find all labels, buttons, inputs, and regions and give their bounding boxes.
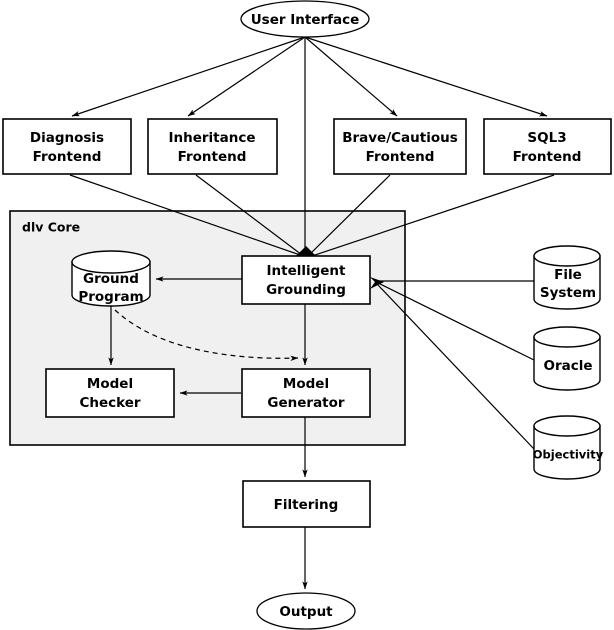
user-interface-node[interactable]: User Interface [240,0,370,38]
frontend-sql3-box[interactable] [483,118,612,175]
ground-program-label-line1: Ground [83,271,139,287]
oracle-cylinder-top[interactable] [533,326,601,348]
frontend-sql3-label-line2: Frontend [513,149,582,165]
frontend-diagnosis-label-line1: Diagnosis [30,130,104,146]
model-checker-node[interactable]: Model Checker [45,368,175,418]
diagram-canvas: dlv Core Diagnosis Frontend Inheritance … [2,0,612,630]
frontend-brave-cautious-label-line1: Brave/Cautious [342,130,458,146]
oracle-label: Oracle [543,358,592,374]
ground-program-label-line2: Program [78,289,143,305]
edges-ui-to-frontends [71,36,548,117]
file-system-label-line2: System [540,285,596,301]
output-label: Output [279,604,333,620]
frontend-brave-cautious-box[interactable] [333,118,467,175]
datasource-file-system[interactable]: File System [533,245,601,310]
user-interface-label: User Interface [251,12,360,28]
architecture-diagram: dlv Core Diagnosis Frontend Inheritance … [0,0,614,630]
frontend-diagnosis[interactable]: Diagnosis Frontend [2,118,132,175]
filtering-node[interactable]: Filtering [242,480,371,528]
frontend-brave-cautious[interactable]: Brave/Cautious Frontend [333,118,467,175]
frontend-inheritance-box[interactable] [147,118,278,175]
edge-ui-to-diagnosis [71,36,306,117]
objectivity-cylinder-top[interactable] [533,415,601,437]
ground-program-cylinder-top[interactable] [71,250,151,274]
model-generator-label-line1: Model [283,376,329,392]
frontend-diagnosis-box[interactable] [2,118,132,175]
frontend-diagnosis-label-line2: Frontend [33,149,102,165]
objectivity-label: Objectivity [533,448,604,462]
model-checker-label-line1: Model [87,376,133,392]
frontend-inheritance-label-line2: Frontend [178,149,247,165]
edge-ui-to-sql3 [304,36,548,117]
model-generator-node[interactable]: Model Generator [241,368,371,418]
dlv-core-label: dlv Core [22,220,80,235]
intelligent-grounding-node[interactable]: Intelligent Grounding [241,255,371,305]
datasource-objectivity[interactable]: Objectivity [533,415,604,480]
datasource-oracle[interactable]: Oracle [533,326,601,391]
filtering-label: Filtering [274,497,339,513]
frontend-sql3-label-line1: SQL3 [527,130,566,146]
model-generator-label-line2: Generator [267,395,344,411]
output-node[interactable]: Output [256,592,356,630]
model-checker-label-line2: Checker [79,395,140,411]
frontend-sql3[interactable]: SQL3 Frontend [483,118,612,175]
file-system-label-line1: File [554,267,582,283]
frontend-inheritance-label-line1: Inheritance [168,130,255,146]
frontend-brave-cautious-label-line2: Frontend [366,149,435,165]
file-system-cylinder-top[interactable] [533,245,601,267]
edge-ui-to-brave-cautious [304,36,398,117]
ground-program-node[interactable]: Ground Program [71,250,151,307]
intelligent-grounding-label-line1: Intelligent [266,263,346,279]
frontend-inheritance[interactable]: Inheritance Frontend [147,118,278,175]
edge-ui-to-inheritance [187,36,306,117]
intelligent-grounding-label-line2: Grounding [266,282,346,298]
